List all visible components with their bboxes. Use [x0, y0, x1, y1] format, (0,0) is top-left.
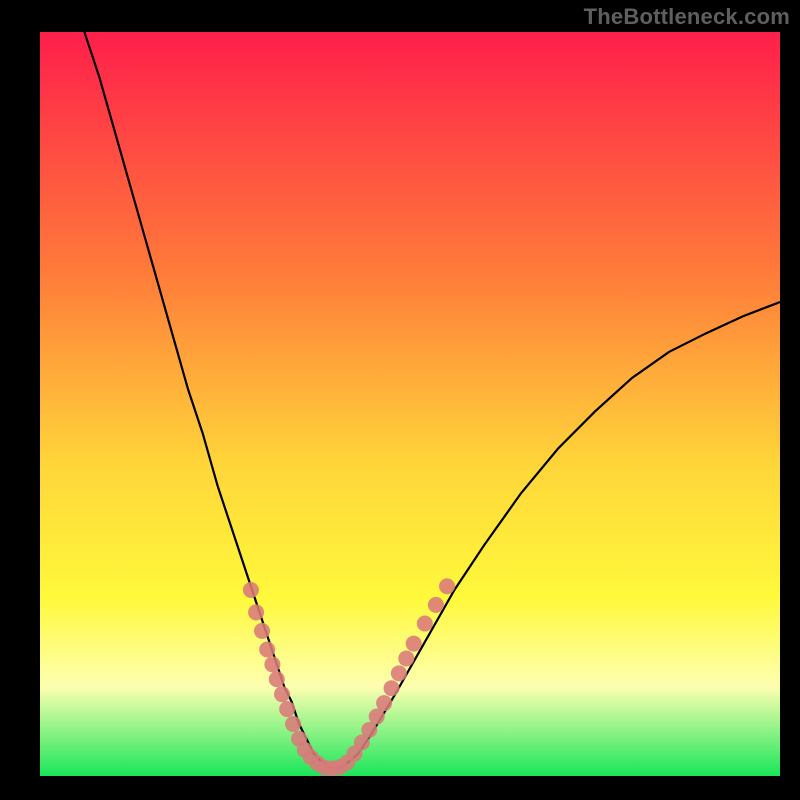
plot-area: [40, 32, 780, 776]
marker-dot: [428, 597, 444, 613]
marker-dot: [406, 636, 422, 652]
marker-dot: [398, 650, 414, 666]
marker-dot: [254, 623, 270, 639]
chart-frame: TheBottleneck.com: [0, 0, 800, 800]
marker-dot: [264, 656, 280, 672]
marker-dot: [417, 615, 433, 631]
marker-dot: [243, 582, 259, 598]
watermark-text: TheBottleneck.com: [584, 4, 790, 30]
marker-dot: [391, 665, 407, 681]
marker-dot: [384, 680, 400, 696]
marker-dot: [269, 671, 285, 687]
marker-dot: [248, 604, 264, 620]
marker-dot: [376, 695, 392, 711]
chart-svg: [40, 32, 780, 776]
marker-dot: [285, 716, 301, 732]
marker-dot: [259, 642, 275, 658]
marker-dot: [439, 578, 455, 594]
marker-dot: [279, 701, 295, 717]
marker-dot: [274, 686, 290, 702]
